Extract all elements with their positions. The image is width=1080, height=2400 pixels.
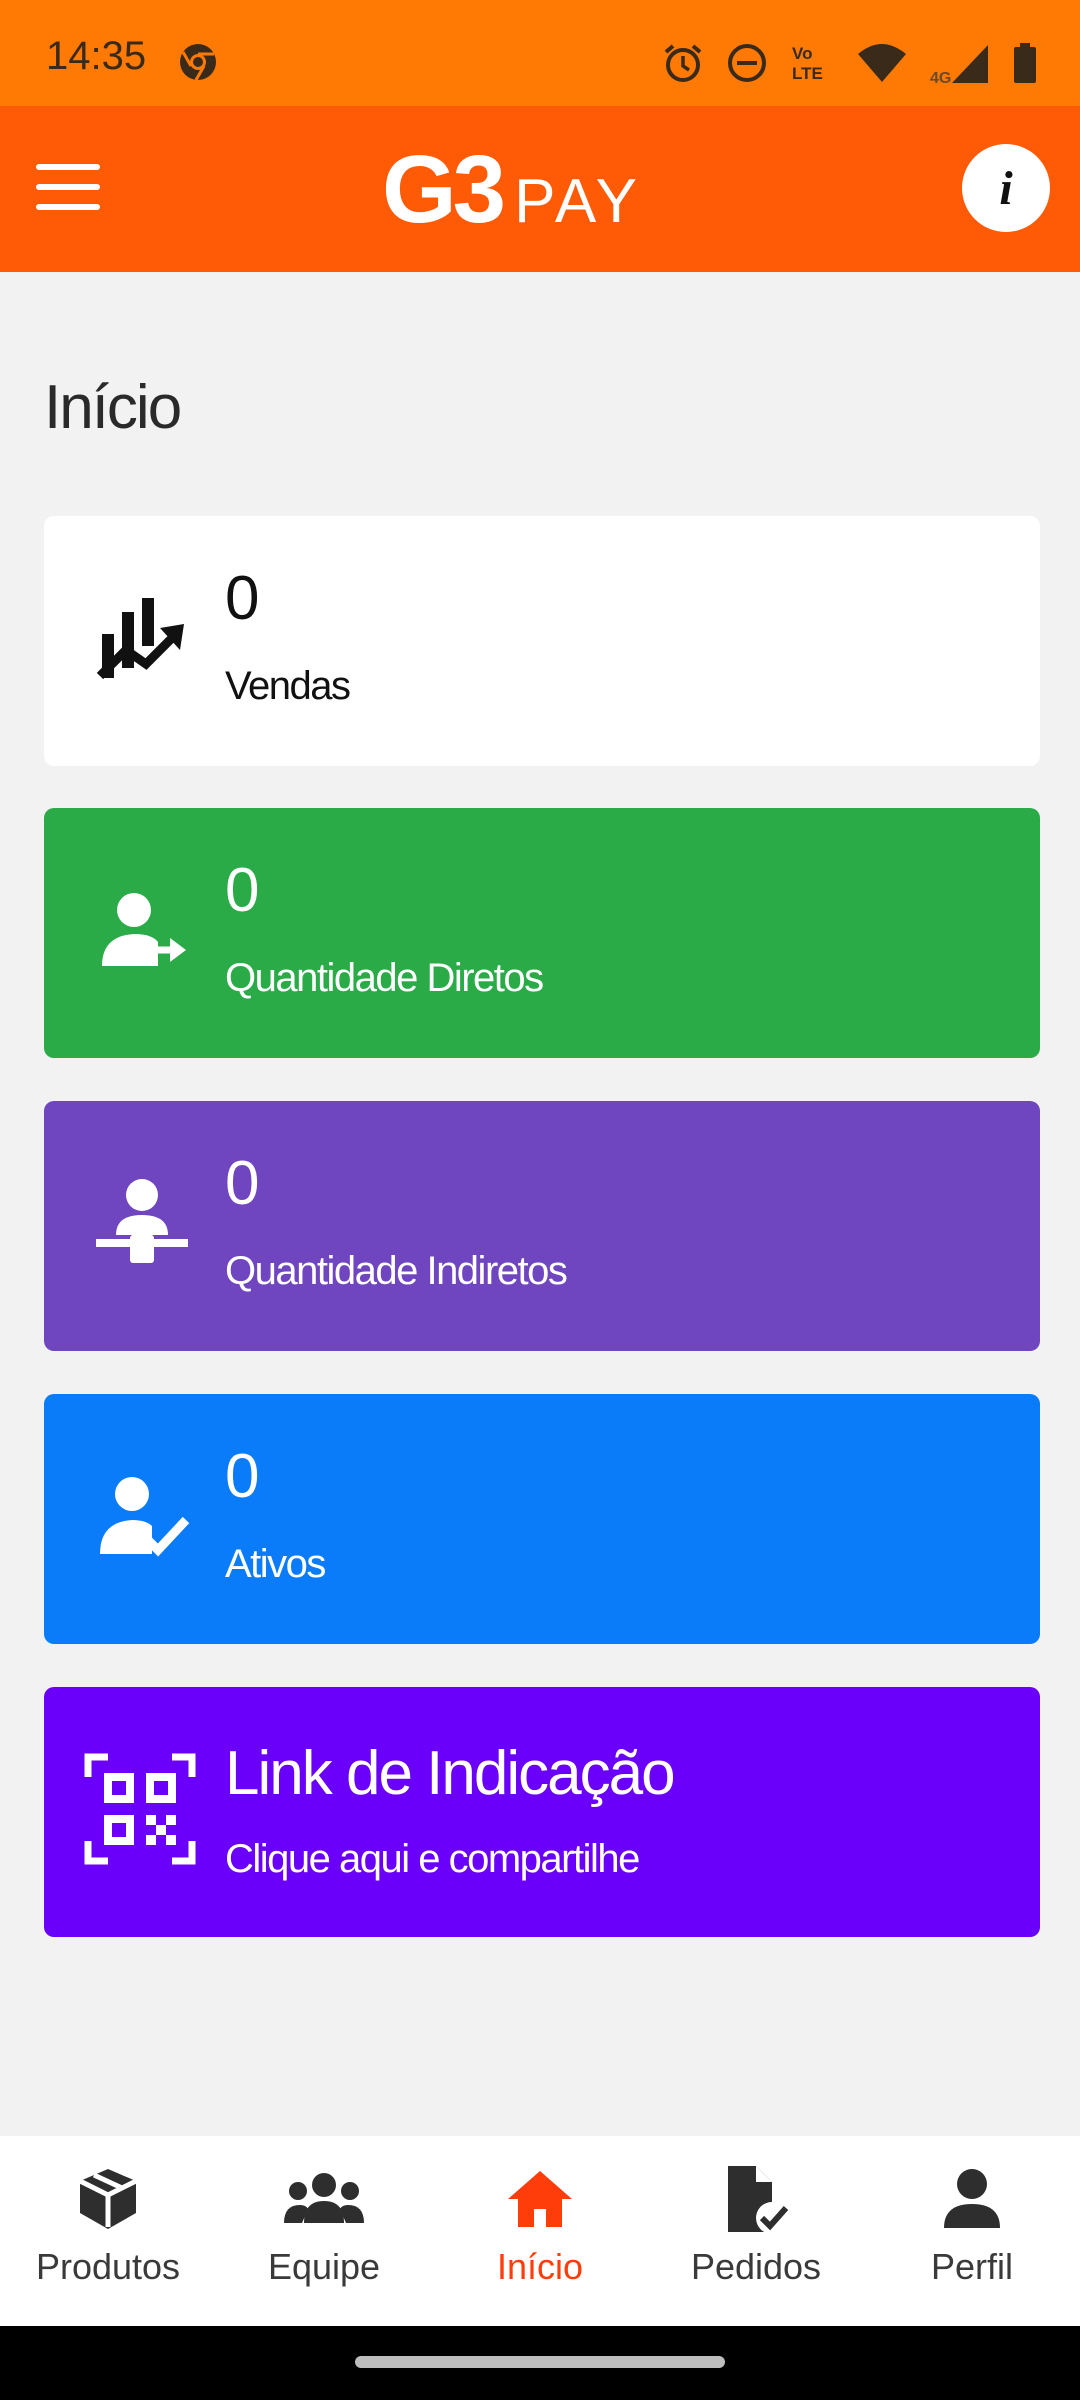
do-not-disturb-icon bbox=[728, 44, 766, 82]
indirect-count-value: 0 bbox=[225, 1149, 260, 1218]
home-gesture-handle[interactable] bbox=[355, 2356, 725, 2368]
svg-text:Vo: Vo bbox=[792, 44, 812, 63]
nav-item-pedidos[interactable]: Pedidos bbox=[648, 2136, 864, 2326]
app-logo: G3 PAY bbox=[382, 142, 641, 238]
info-button[interactable]: i bbox=[962, 144, 1050, 232]
sales-value: 0 bbox=[225, 564, 260, 633]
qr-code-icon bbox=[82, 1751, 198, 1867]
direct-count-card[interactable]: 0 Quantidade Diretos bbox=[44, 808, 1040, 1058]
svg-text:4G: 4G bbox=[930, 70, 951, 85]
alarm-icon bbox=[664, 44, 702, 82]
nav-item-produtos[interactable]: Produtos bbox=[0, 2136, 216, 2326]
direct-count-value: 0 bbox=[225, 856, 260, 925]
referral-link-subtitle: Clique aqui e compartilhe bbox=[225, 1837, 640, 1881]
volte-icon: Vo LTE bbox=[792, 44, 823, 83]
nav-label-equipe: Equipe bbox=[267, 2246, 381, 2287]
home-icon bbox=[500, 2164, 580, 2234]
system-gesture-bar bbox=[0, 2326, 1080, 2400]
status-bar: 14:35 Vo LTE 4G bbox=[0, 0, 1080, 106]
nav-label-perfil: Perfil bbox=[930, 2246, 1014, 2287]
chrome-icon bbox=[180, 44, 216, 81]
box-icon bbox=[68, 2164, 148, 2234]
bottom-nav: Produtos Equipe Início Pedidos Perfil bbox=[0, 2136, 1080, 2326]
hamburger-menu-icon bbox=[36, 164, 100, 170]
user-arrow-icon bbox=[92, 880, 192, 980]
user-network-icon bbox=[92, 1173, 192, 1273]
info-icon: i bbox=[999, 161, 1013, 215]
status-time: 14:35 bbox=[46, 34, 147, 78]
app-header: G3 PAY i bbox=[0, 106, 1080, 272]
wifi-icon bbox=[858, 44, 906, 82]
active-card[interactable]: 0 Ativos bbox=[44, 1394, 1040, 1644]
active-value: 0 bbox=[225, 1442, 260, 1511]
nav-label-pedidos: Pedidos bbox=[690, 2246, 822, 2287]
sales-card[interactable]: 0 Vendas bbox=[44, 516, 1040, 766]
logo-main: G3 bbox=[382, 136, 506, 243]
sales-label: Vendas bbox=[225, 664, 351, 708]
signal-4g-icon: 4G bbox=[930, 45, 988, 85]
referral-link-card[interactable]: Link de Indicação Clique aqui e comparti… bbox=[44, 1687, 1040, 1937]
nav-item-equipe[interactable]: Equipe bbox=[216, 2136, 432, 2326]
nav-label-produtos: Produtos bbox=[35, 2246, 181, 2287]
active-label: Ativos bbox=[225, 1542, 326, 1586]
direct-count-label: Quantidade Diretos bbox=[225, 956, 544, 1000]
nav-label-inicio: Início bbox=[496, 2246, 584, 2287]
document-check-icon bbox=[716, 2164, 796, 2234]
svg-text:LTE: LTE bbox=[792, 64, 823, 83]
team-icon bbox=[284, 2164, 364, 2234]
indirect-count-label: Quantidade Indiretos bbox=[225, 1249, 568, 1293]
battery-icon bbox=[1014, 43, 1036, 83]
logo-sub: PAY bbox=[514, 167, 641, 236]
person-icon bbox=[932, 2164, 1012, 2234]
page-title: Início bbox=[44, 373, 182, 442]
nav-item-inicio[interactable]: Início bbox=[432, 2136, 648, 2326]
user-check-icon bbox=[92, 1466, 192, 1566]
status-icons: Vo LTE 4G bbox=[662, 38, 1038, 88]
nav-item-perfil[interactable]: Perfil bbox=[864, 2136, 1080, 2326]
menu-button[interactable] bbox=[36, 162, 102, 214]
referral-link-title: Link de Indicação bbox=[225, 1739, 676, 1808]
indirect-count-card[interactable]: 0 Quantidade Indiretos bbox=[44, 1101, 1040, 1351]
sales-chart-icon bbox=[92, 588, 192, 688]
